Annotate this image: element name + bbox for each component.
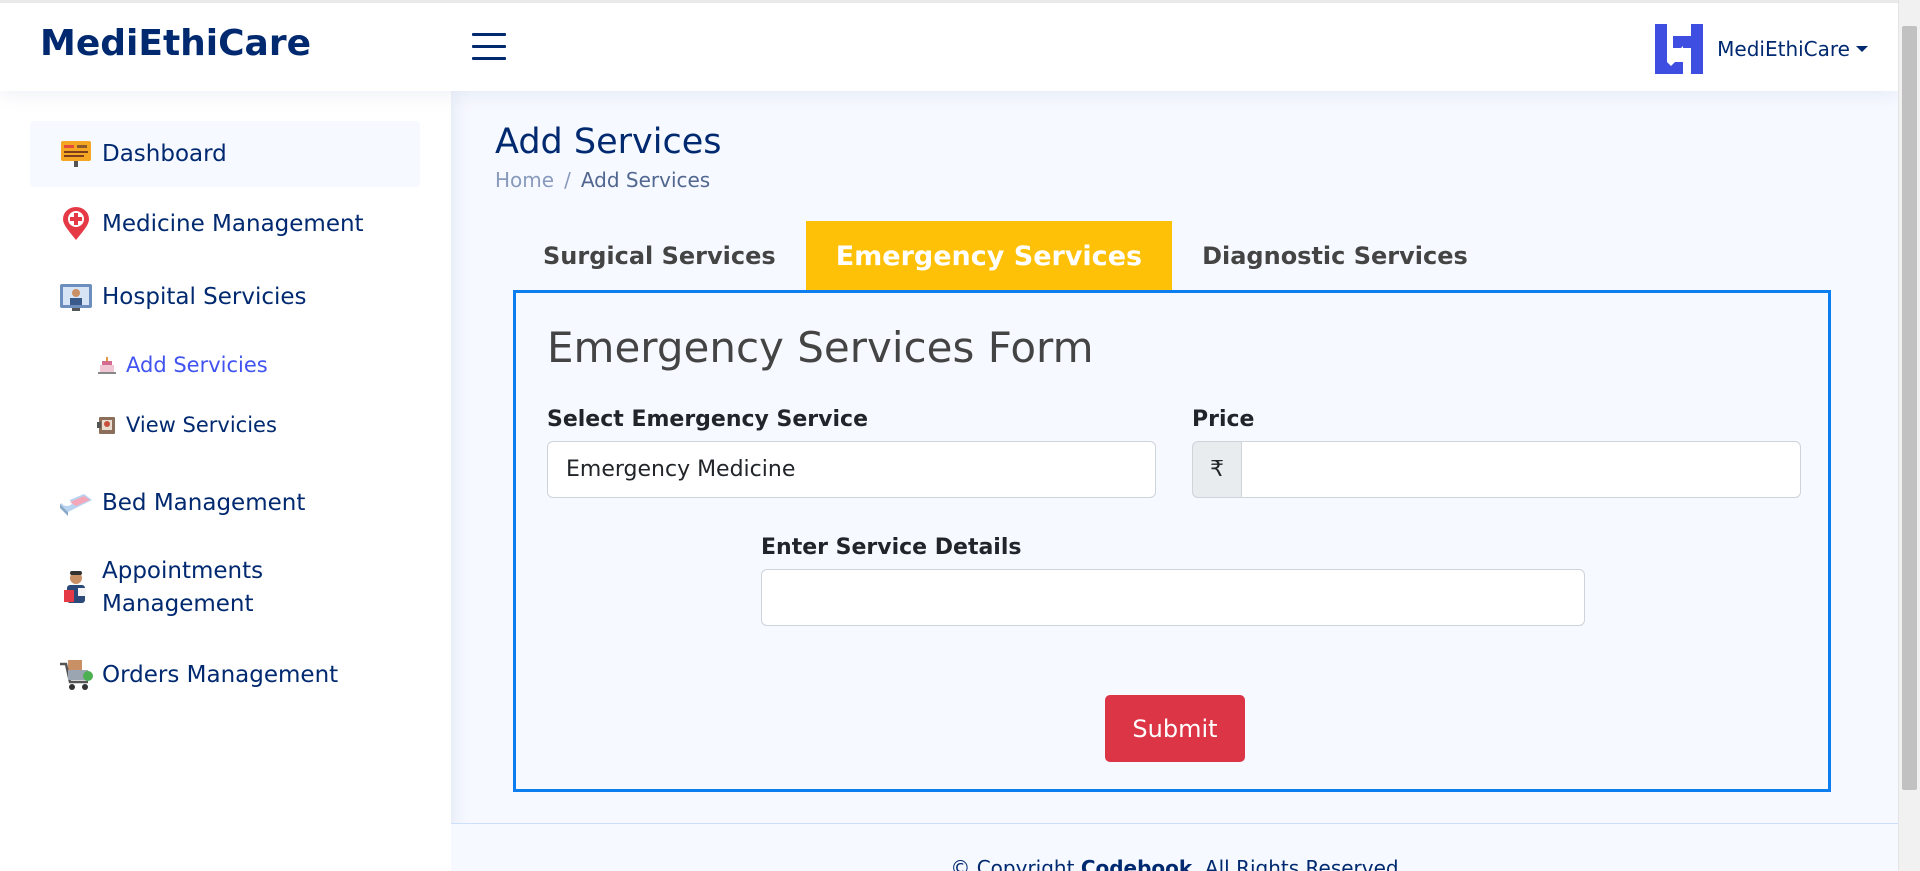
tab-emergency-services[interactable]: Emergency Services — [805, 221, 1173, 291]
page-scrollbar[interactable] — [1898, 0, 1920, 871]
tab-surgical-services[interactable]: Surgical Services — [513, 221, 806, 291]
brand-logo-text[interactable]: MediEthiCare — [40, 23, 311, 64]
folder-photo-icon — [96, 414, 118, 436]
price-input[interactable] — [1241, 441, 1801, 498]
service-select-label: Select Emergency Service — [547, 407, 868, 432]
doctor-appointment-icon — [58, 570, 94, 606]
menu-toggle-icon[interactable] — [472, 33, 506, 61]
doctor-screen-icon — [58, 279, 94, 315]
sidebar-item-label: Appointments — [102, 558, 264, 584]
sidebar-item-hospital-servicies[interactable]: Hospital Servicies — [30, 268, 420, 326]
sidebar-item-orders-management[interactable]: Orders Management — [30, 646, 420, 704]
chevron-down-icon — [1856, 46, 1868, 52]
emergency-services-form: Emergency Services Form Select Emergency… — [513, 290, 1831, 792]
sidebar-item-dashboard[interactable]: Dashboard — [30, 121, 420, 187]
breadcrumb-current: Add Services — [580, 168, 711, 192]
emergency-service-select[interactable]: Emergency Medicine — [547, 441, 1156, 498]
sidebar-item-bed-management[interactable]: Bed Management — [30, 474, 420, 532]
bed-icon — [58, 485, 94, 521]
profile-name: MediEthiCare — [1717, 37, 1850, 61]
dashboard-board-icon — [58, 136, 94, 172]
footer: © Copyright Codebook. All Rights Reserve… — [451, 823, 1898, 871]
service-tabs: Surgical Services Emergency Services Dia… — [513, 221, 1498, 291]
form-title: Emergency Services Form — [547, 323, 1094, 372]
medical-pin-icon — [58, 206, 94, 242]
tab-diagnostic-services[interactable]: Diagnostic Services — [1172, 221, 1498, 291]
page-title: Add Services — [495, 122, 722, 162]
rupee-addon: ₹ — [1192, 441, 1242, 498]
sidebar-subitem-add-servicies[interactable]: Add Servicies — [96, 353, 268, 377]
breadcrumb-separator: / — [564, 168, 571, 192]
profile-dropdown[interactable]: MediEthiCare — [1653, 22, 1868, 76]
sidebar-item-label-line2: Management — [102, 591, 254, 617]
submit-button[interactable]: Submit — [1105, 695, 1245, 762]
sidebar-item-medicine-management[interactable]: Medicine Management — [30, 195, 420, 253]
sidebar-item-label: Orders Management — [102, 662, 339, 688]
sidebar-subitem-label: Add Servicies — [126, 353, 268, 377]
sidebar-subitem-label: View Servicies — [126, 413, 277, 437]
footer-company: Codebook — [1080, 856, 1193, 871]
price-label: Price — [1192, 407, 1255, 432]
sidebar: Dashboard Medicine Management Hospital S… — [0, 91, 451, 871]
footer-suffix: . All Rights Reserved — [1192, 856, 1399, 871]
top-header: MediEthiCare MediEthiCare — [0, 0, 1898, 91]
cake-icon — [96, 354, 118, 376]
sidebar-item-label: Medicine Management — [102, 211, 364, 237]
breadcrumb: Home / Add Services — [495, 168, 710, 192]
sidebar-item-label: Bed Management — [102, 490, 306, 516]
scrollbar-thumb[interactable] — [1902, 26, 1917, 790]
sidebar-subitem-view-servicies[interactable]: View Servicies — [96, 413, 277, 437]
footer-prefix: © Copyright — [950, 856, 1075, 871]
sidebar-item-label-group: Appointments Management — [102, 555, 263, 621]
sidebar-item-appointments-management[interactable]: Appointments Management — [30, 548, 420, 628]
service-details-input[interactable] — [761, 569, 1585, 626]
service-details-label: Enter Service Details — [761, 535, 1022, 560]
sidebar-item-label: Dashboard — [102, 141, 227, 167]
breadcrumb-home-link[interactable]: Home — [495, 168, 554, 192]
sidebar-item-label: Hospital Servicies — [102, 284, 307, 310]
footer-copyright: © Copyright Codebook. All Rights Reserve… — [451, 856, 1898, 871]
profile-logo-icon — [1655, 24, 1704, 74]
shopping-cart-icon — [58, 657, 94, 693]
